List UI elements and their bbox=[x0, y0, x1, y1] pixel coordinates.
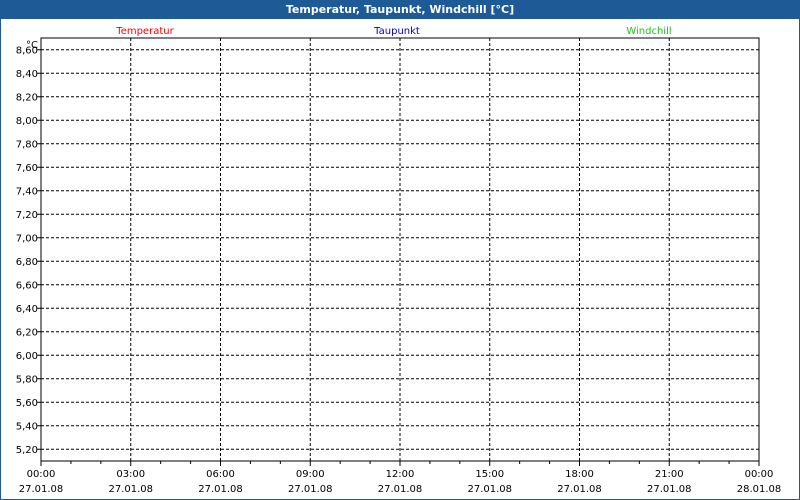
x-tick-date: 27.01.08 bbox=[647, 484, 692, 495]
x-tick-date: 28.01.08 bbox=[737, 484, 782, 495]
y-tick-label: 6,20 bbox=[16, 327, 38, 338]
x-tick-date: 27.01.08 bbox=[108, 484, 153, 495]
x-tick-date: 27.01.08 bbox=[198, 484, 243, 495]
x-tick-time: 09:00 bbox=[296, 469, 325, 480]
x-tick-date: 27.01.08 bbox=[19, 484, 64, 495]
x-tick-time: 03:00 bbox=[116, 469, 145, 480]
y-tick-label: 5,20 bbox=[16, 445, 38, 456]
x-tick-date: 27.01.08 bbox=[557, 484, 602, 495]
y-tick-label: 8,00 bbox=[16, 116, 38, 127]
x-tick-time: 06:00 bbox=[206, 469, 235, 480]
x-tick-time: 15:00 bbox=[475, 469, 504, 480]
x-tick-date: 27.01.08 bbox=[467, 484, 512, 495]
x-tick-time: 18:00 bbox=[565, 469, 594, 480]
x-tick-date: 27.01.08 bbox=[288, 484, 333, 495]
x-tick-time: 00:00 bbox=[27, 469, 56, 480]
y-tick-label: 6,00 bbox=[16, 351, 38, 362]
y-tick-label: 7,20 bbox=[16, 210, 38, 221]
x-tick-date: 27.01.08 bbox=[378, 484, 423, 495]
y-tick-label: 5,80 bbox=[16, 374, 38, 385]
y-tick-label: 8,20 bbox=[16, 92, 38, 103]
y-tick-label: 5,60 bbox=[16, 398, 38, 409]
legend-temperatur: Temperatur bbox=[115, 26, 174, 37]
legend-taupunkt: Taupunkt bbox=[373, 26, 420, 37]
x-tick-time: 00:00 bbox=[745, 469, 774, 480]
legend-windchill: Windchill bbox=[626, 26, 671, 37]
y-tick-label: 7,40 bbox=[16, 186, 38, 197]
x-tick-time: 12:00 bbox=[386, 469, 415, 480]
y-tick-label: 6,60 bbox=[16, 280, 38, 291]
y-tick-label: 8,60 bbox=[16, 45, 38, 56]
chart: °C 8,608,408,208,007,807,607,407,207,006… bbox=[16, 26, 782, 495]
y-tick-label: 6,40 bbox=[16, 304, 38, 315]
y-tick-label: 7,00 bbox=[16, 233, 38, 244]
y-tick-label: 7,80 bbox=[16, 139, 38, 150]
y-tick-label: 8,40 bbox=[16, 69, 38, 80]
x-tick-time: 21:00 bbox=[655, 469, 684, 480]
y-tick-label: 6,80 bbox=[16, 257, 38, 268]
y-tick-label: 5,40 bbox=[16, 421, 38, 432]
y-tick-label: 7,60 bbox=[16, 163, 38, 174]
